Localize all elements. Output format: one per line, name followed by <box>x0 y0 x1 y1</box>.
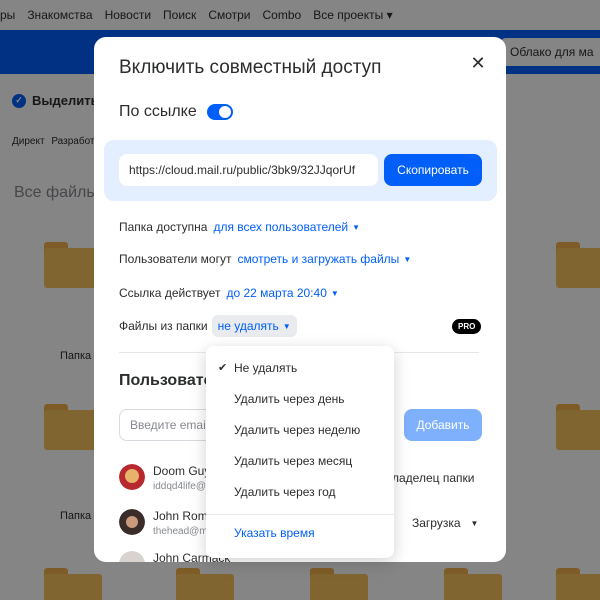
dropdown-option-week[interactable]: Удалить через неделю <box>206 416 394 444</box>
user-row: John Rom thehead@m <box>119 509 208 537</box>
users-can-row: Пользователи могут смотреть и загружать … <box>119 252 411 266</box>
pro-badge: PRO <box>452 319 482 334</box>
chevron-down-icon: ▼ <box>330 288 339 298</box>
close-icon[interactable]: ✕ <box>468 53 488 73</box>
by-link-toggle[interactable] <box>206 104 233 120</box>
link-box: https://cloud.mail.ru/public/3bk9/32JJqo… <box>104 140 497 201</box>
files-delete-select[interactable]: не удалять ▼ <box>211 315 297 337</box>
custom-time-link[interactable]: Указать время <box>234 526 315 540</box>
by-link-row: По ссылке <box>119 103 233 121</box>
user-row: Doom Guy iddqd4life@ <box>119 464 210 492</box>
user-name: Doom Guy <box>153 464 211 478</box>
dropdown-option-year[interactable]: Удалить через год <box>206 478 394 506</box>
checkmark-icon: ✔ <box>218 362 228 374</box>
chevron-down-icon: ▼ <box>352 222 361 232</box>
user-email: thehead@m <box>153 526 208 537</box>
avatar <box>119 509 145 535</box>
divider <box>206 514 394 515</box>
user-role-select[interactable]: Загрузка ▼ <box>412 516 478 530</box>
folder-access-row: Папка доступна для всех пользователей ▼ <box>119 220 360 234</box>
folder-access-select[interactable]: для всех пользователей <box>213 220 348 234</box>
add-user-button[interactable]: Добавить <box>404 409 482 441</box>
user-name: John Rom <box>153 509 208 523</box>
dropdown-option-day[interactable]: Удалить через день <box>206 385 394 413</box>
link-valid-select[interactable]: до 22 марта 20:40 <box>226 286 326 300</box>
link-url-field[interactable]: https://cloud.mail.ru/public/3bk9/32JJqo… <box>119 154 378 186</box>
chevron-down-icon: ▼ <box>470 518 479 528</box>
user-role-label: Загрузка <box>412 516 461 530</box>
folder-access-label: Папка доступна <box>119 220 208 234</box>
avatar <box>119 464 145 490</box>
files-delete-row: Файлы из папки не удалять ▼ <box>119 315 297 337</box>
by-link-label: По ссылке <box>119 103 197 120</box>
users-can-select[interactable]: смотреть и загружать файлы <box>237 252 399 266</box>
avatar <box>119 551 145 562</box>
dialog-title: Включить совместный доступ <box>119 57 382 78</box>
option-label: Не удалять <box>234 361 298 375</box>
option-label: Удалить через месяц <box>234 454 353 468</box>
link-valid-label: Ссылка действует <box>119 286 221 300</box>
link-valid-row: Ссылка действует до 22 марта 20:40 ▼ <box>119 286 339 300</box>
users-can-label: Пользователи могут <box>119 252 232 266</box>
option-label: Удалить через неделю <box>234 423 361 437</box>
chevron-down-icon: ▼ <box>282 321 291 331</box>
files-delete-value: не удалять <box>217 319 279 333</box>
dropdown-option-month[interactable]: Удалить через месяц <box>206 447 394 475</box>
user-role-label: Владелец папки <box>384 471 475 485</box>
user-role: Владелец папки <box>384 471 474 485</box>
dropdown-option-no-delete[interactable]: ✔ Не удалять <box>206 354 394 382</box>
user-email: iddqd4life@ <box>153 481 206 492</box>
option-label: Удалить через день <box>234 392 345 406</box>
delete-files-dropdown: ✔ Не удалять Удалить через день Удалить … <box>206 346 394 558</box>
copy-link-button[interactable]: Скопировать <box>384 154 482 186</box>
files-delete-label: Файлы из папки <box>119 319 208 333</box>
chevron-down-icon: ▼ <box>403 254 412 264</box>
users-heading: Пользовате <box>119 372 213 389</box>
option-label: Удалить через год <box>234 485 336 499</box>
